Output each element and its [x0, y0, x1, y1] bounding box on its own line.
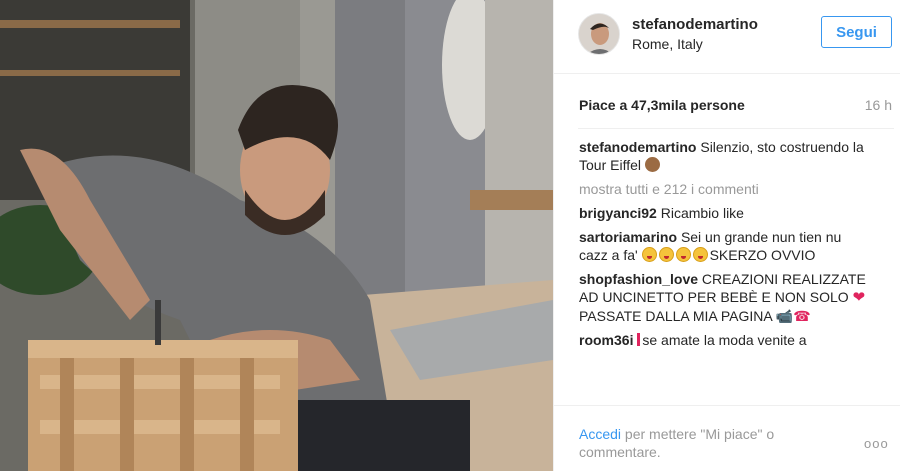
exclamation-emoji-icon — [637, 333, 641, 346]
post-footer: Accedi per mettere "Mi piace" o commenta… — [554, 405, 900, 471]
post-image — [0, 0, 553, 471]
avatar-image — [579, 14, 619, 54]
comment-author[interactable]: room36i — [579, 332, 633, 348]
caption: stefanodemartino Silenzio, sto costruend… — [579, 138, 871, 174]
camera-emoji-icon: 📹 — [775, 308, 794, 324]
post-header: stefanodemartino Rome, Italy Segui — [554, 0, 900, 74]
comment-item: room36i se amate la moda venite a — [579, 331, 871, 349]
comment-item: brigyanci92 Ricambio like — [579, 204, 871, 222]
likes-row: Piace a 47,3mila persone 16 h — [579, 97, 892, 117]
comment-author[interactable]: sartoriamarino — [579, 229, 677, 245]
divider — [578, 128, 894, 129]
comment-item: shopfashion_love CREAZIONI REALIZZATE AD… — [579, 270, 871, 325]
show-all-comments-link[interactable]: mostra tutti e 212 i commenti — [579, 180, 871, 198]
comment-text: Ricambio like — [660, 205, 744, 221]
avatar[interactable] — [578, 13, 620, 55]
comment-text: se amate la moda venite a — [642, 332, 807, 348]
comment-item: sartoriamarino Sei un grande nun tien nu… — [579, 228, 871, 264]
tongue-face-emoji-icon — [658, 247, 674, 262]
username-link[interactable]: stefanodemartino — [632, 16, 758, 33]
heart-emoji-icon: ❤ — [852, 289, 866, 306]
login-prompt: Accedi per mettere "Mi piace" o commenta… — [579, 425, 839, 461]
location-link[interactable]: Rome, Italy — [632, 36, 703, 52]
tongue-face-emoji-icon — [692, 247, 708, 262]
monkey-emoji-icon — [644, 157, 660, 172]
comment-text: PASSATE DALLA MIA PAGINA — [579, 308, 772, 324]
phone-emoji-icon: ☎ — [793, 308, 811, 324]
follow-button[interactable]: Segui — [821, 16, 892, 48]
post-time[interactable]: 16 h — [865, 97, 892, 113]
comment-author[interactable]: stefanodemartino — [579, 139, 696, 155]
tongue-face-emoji-icon — [641, 247, 657, 262]
comment-author[interactable]: brigyanci92 — [579, 205, 657, 221]
comment-text: SKERZO OVVIO — [709, 247, 816, 263]
likes-count[interactable]: Piace a 47,3mila persone — [579, 97, 745, 113]
login-link[interactable]: Accedi — [579, 426, 621, 442]
more-options-icon[interactable]: ooo — [864, 436, 889, 451]
post-sidebar: stefanodemartino Rome, Italy Segui Piace… — [553, 0, 900, 471]
post-photo[interactable] — [0, 0, 553, 471]
comments-list[interactable]: stefanodemartino Silenzio, sto costruend… — [579, 138, 871, 406]
tongue-face-emoji-icon — [675, 247, 691, 262]
comment-author[interactable]: shopfashion_love — [579, 271, 698, 287]
